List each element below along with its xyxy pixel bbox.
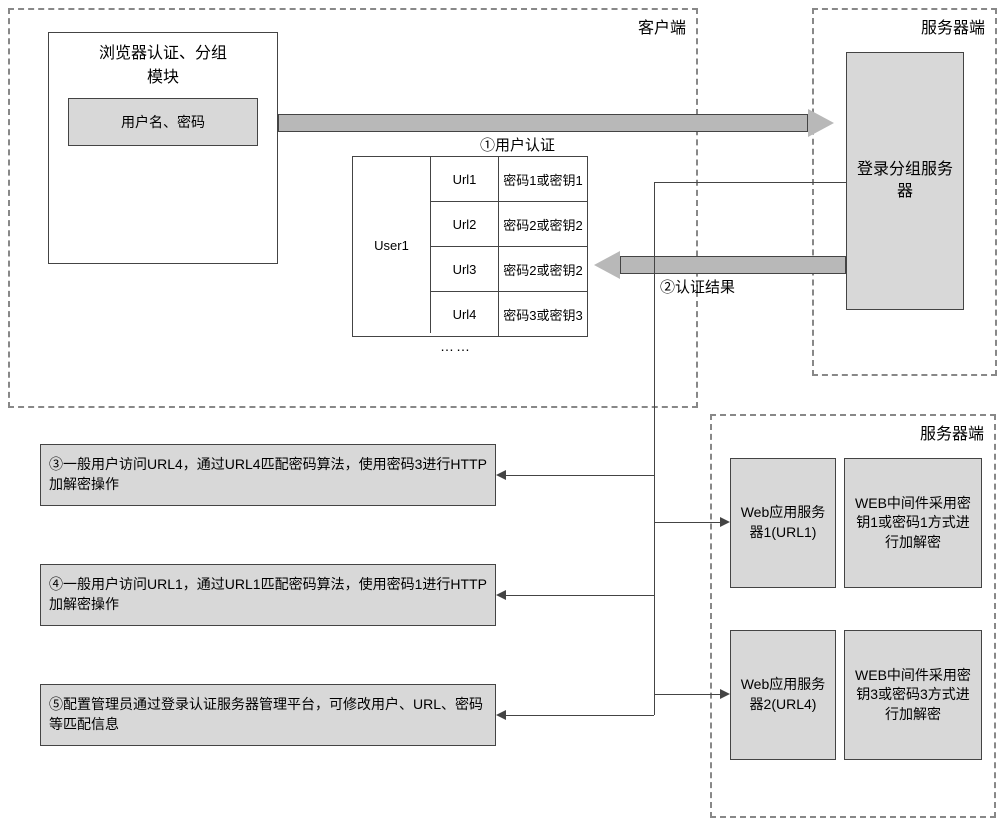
app2-mw-box: WEB中间件采用密钥3或密码3方式进行加解密 <box>844 630 982 760</box>
conn-trunk-v1 <box>654 182 655 715</box>
credentials-box: 用户名、密码 <box>68 98 258 146</box>
row2-url: Url3 <box>453 262 477 277</box>
arrow1-text: ①用户认证 <box>480 134 555 155</box>
app2-name: Web应用服务器2(URL4) <box>739 675 827 714</box>
note4-text: ④一般用户访问URL1，通过URL1匹配密码算法，使用密码1进行HTTP加解密操… <box>49 575 487 614</box>
conn-note3-arrow <box>496 470 506 480</box>
conn-note5-arrow <box>496 710 506 720</box>
server1-label: 服务器端 <box>921 14 985 38</box>
row0-url: Url1 <box>453 172 477 187</box>
conn-app2-arrow <box>720 689 730 699</box>
row2-key: 密码2或密钥2 <box>503 260 582 279</box>
app1-name: Web应用服务器1(URL1) <box>739 503 827 542</box>
note3-text: ③一般用户访问URL4，通过URL4匹配密码算法，使用密码3进行HTTP加解密操… <box>49 455 487 494</box>
app2-name-box: Web应用服务器2(URL4) <box>730 630 836 760</box>
user-table: User1 Url1 密码1或密钥1 Url2 密码2或密钥2 Url3 密码2… <box>352 156 588 337</box>
conn-app1-arrow <box>720 517 730 527</box>
arrow1-head <box>808 109 834 137</box>
row0-key: 密码1或密钥1 <box>503 170 582 189</box>
app1-name-box: Web应用服务器1(URL1) <box>730 458 836 588</box>
conn-login-h <box>654 182 846 183</box>
credentials-text: 用户名、密码 <box>121 112 205 132</box>
app2-mw: WEB中间件采用密钥3或密码3方式进行加解密 <box>853 666 973 725</box>
login-server-text: 登录分组服务器 <box>855 159 955 204</box>
conn-app1-h <box>654 522 720 523</box>
row3-url: Url4 <box>453 307 477 322</box>
note3-box: ③一般用户访问URL4，通过URL4匹配密码算法，使用密码3进行HTTP加解密操… <box>40 444 496 506</box>
table-more: …… <box>440 338 472 354</box>
note4-box: ④一般用户访问URL1，通过URL1匹配密码算法，使用密码1进行HTTP加解密操… <box>40 564 496 626</box>
conn-note3-h <box>506 475 654 476</box>
login-server-box: 登录分组服务器 <box>846 52 964 310</box>
conn-note5-h <box>506 715 654 716</box>
auth-module-box: 浏览器认证、分组 模块 <box>48 32 278 264</box>
server2-label: 服务器端 <box>920 420 984 444</box>
user-cell: User1 <box>353 157 431 333</box>
arrow2-text: ②认证结果 <box>660 276 735 297</box>
conn-note4-h <box>506 595 654 596</box>
arrow1-shaft <box>278 114 808 132</box>
row1-key: 密码2或密钥2 <box>503 215 582 234</box>
auth-module-title1: 浏览器认证、分组 <box>49 39 277 63</box>
app1-mw: WEB中间件采用密钥1或密码1方式进行加解密 <box>853 494 973 553</box>
client-label: 客户端 <box>638 14 686 38</box>
row1-url: Url2 <box>453 217 477 232</box>
arrow2-head <box>594 251 620 279</box>
note5-box: ⑤配置管理员通过登录认证服务器管理平台，可修改用户、URL、密码等匹配信息 <box>40 684 496 746</box>
conn-app2-h <box>654 694 720 695</box>
row3-key: 密码3或密钥3 <box>503 305 582 324</box>
app1-mw-box: WEB中间件采用密钥1或密码1方式进行加解密 <box>844 458 982 588</box>
auth-module-title2: 模块 <box>49 63 277 87</box>
note5-text: ⑤配置管理员通过登录认证服务器管理平台，可修改用户、URL、密码等匹配信息 <box>49 695 487 734</box>
conn-note4-arrow <box>496 590 506 600</box>
user-name: User1 <box>374 238 409 253</box>
